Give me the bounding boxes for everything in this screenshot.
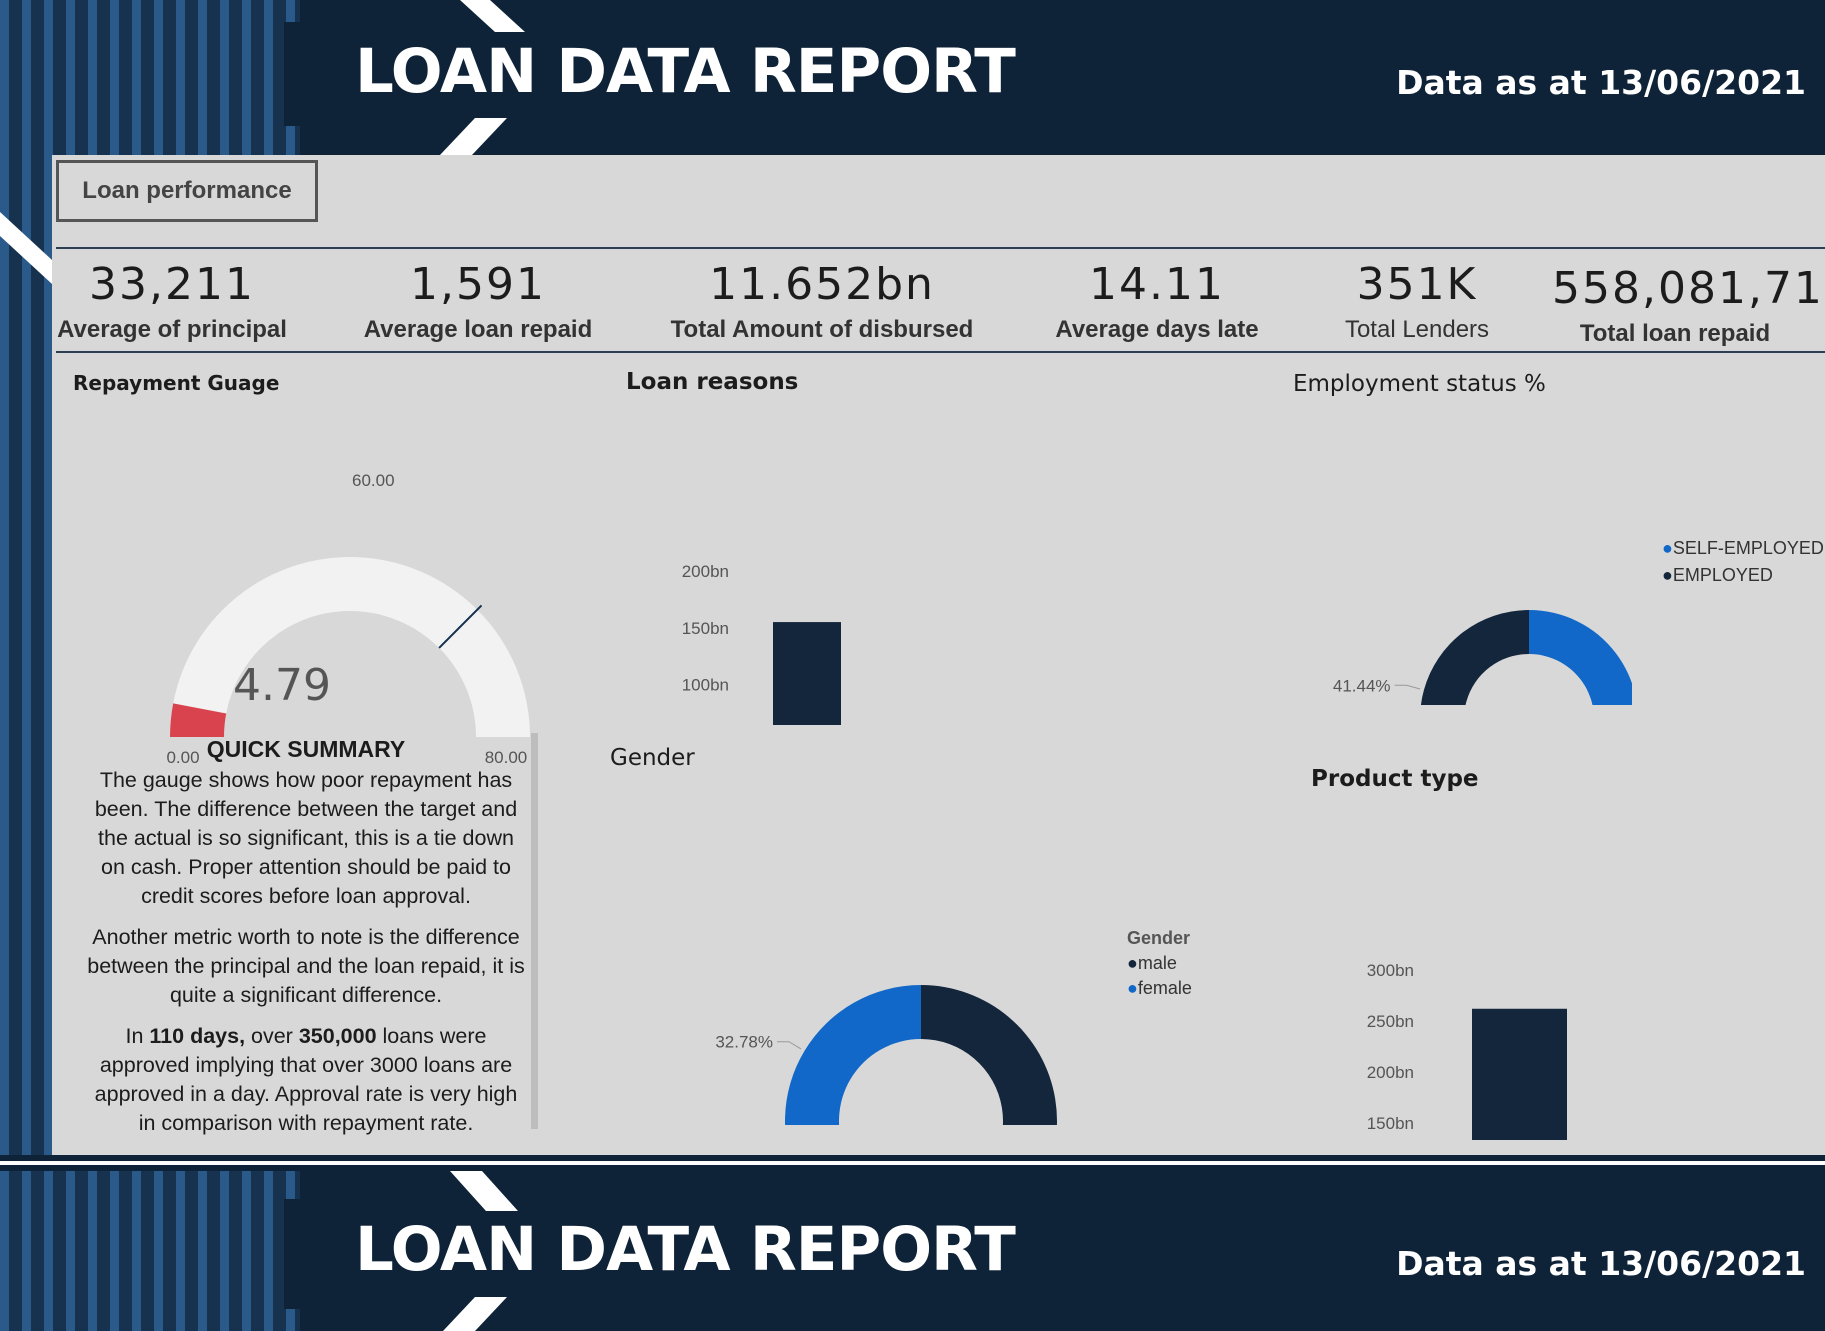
summary-bold-days: 110 days, xyxy=(149,1024,246,1048)
employment-status-donut: 58.56%41.44% xyxy=(1333,610,1632,705)
footer-date: Data as at 13/06/2021 xyxy=(1396,1244,1806,1283)
kpi-total-loan-repaid: 558,081,712 Total loan repaid xyxy=(1552,259,1825,349)
legend-self-employed[interactable]: ●SELF-EMPLOYED xyxy=(1662,538,1824,559)
kpi-average-days-late: 14.11 Average days late xyxy=(1032,255,1282,345)
kpi-label: Average loan repaid xyxy=(363,316,593,343)
loan-reasons-chart: 0bn50bn100bn150bn200bnBusinessMedical fe… xyxy=(682,562,841,725)
leader-line xyxy=(776,1041,802,1050)
legend-male[interactable]: ●male xyxy=(1127,953,1192,974)
summary-scrollbar[interactable] xyxy=(531,733,538,1129)
kpi-label: Total Amount of disbursed xyxy=(670,316,974,343)
product-type-chart: 0bn50bn100bn150bn200bn250bn300bnSHORTSCA… xyxy=(1367,961,1567,1140)
footer-title: LOAN DATA REPORT xyxy=(355,1214,1016,1285)
left-slash-mark xyxy=(0,212,52,284)
kpi-average-principal: 33,211 Average of principal xyxy=(52,255,292,345)
legend-employed[interactable]: ●EMPLOYED xyxy=(1662,565,1824,586)
legend-label: female xyxy=(1137,978,1192,998)
loan-reasons-title: Loan reasons xyxy=(626,369,799,395)
left-side-stripes xyxy=(0,155,52,1155)
kpi-value: 558,081,712 xyxy=(1552,263,1825,314)
dashboard-panel: Loan performance 33,211 Average of princ… xyxy=(52,155,1825,1155)
quick-summary: QUICK SUMMARY The gauge shows how poor r… xyxy=(86,735,526,1150)
bar[interactable] xyxy=(1472,1008,1567,1140)
loan-performance-button[interactable]: Loan performance xyxy=(56,160,318,222)
legend-dot: ● xyxy=(1662,538,1673,558)
y-tick-label: 250bn xyxy=(1367,1012,1414,1031)
summary-heading: QUICK SUMMARY xyxy=(206,736,406,762)
legend-label: EMPLOYED xyxy=(1672,565,1773,585)
kpi-label: Average days late xyxy=(1055,316,1259,343)
legend-title: Gender xyxy=(1127,928,1191,948)
summary-paragraph-1: The gauge shows how poor repayment has b… xyxy=(94,768,518,908)
gender-title: Gender xyxy=(610,745,695,771)
leader-line xyxy=(1394,684,1421,690)
employment-legend: ●SELF-EMPLOYED ●EMPLOYED xyxy=(1662,538,1824,586)
kpi-total-disbursed: 11.652bn Total Amount of disbursed xyxy=(662,255,982,345)
legend-dot: ● xyxy=(1127,953,1138,973)
kpi-label: Total Lenders xyxy=(1344,316,1490,343)
slice-label: 32.78% xyxy=(715,1033,773,1052)
legend-label: male xyxy=(1137,953,1177,973)
y-tick-label: 100bn xyxy=(682,676,729,695)
gauge-target-label: 60.00 xyxy=(352,471,395,490)
summary-text: over xyxy=(245,1024,299,1048)
donut-slice[interactable] xyxy=(785,985,921,1125)
kpi-bottom-divider xyxy=(56,351,1825,353)
kpi-value: 11.652bn xyxy=(709,259,935,310)
kpi-value: 33,211 xyxy=(89,259,255,310)
repayment-gauge: 60.00 4.79 0.00 80.00 xyxy=(166,471,530,767)
summary-bold-loans: 350,000 xyxy=(298,1024,377,1048)
y-tick-label: 150bn xyxy=(682,619,729,638)
bar[interactable] xyxy=(773,622,841,725)
kpi-value: 14.11 xyxy=(1089,259,1225,310)
summary-paragraph-3: In 110 days, over 350,000 loans were app… xyxy=(86,1022,526,1138)
kpi-label: Total loan repaid xyxy=(1579,320,1771,347)
section-separator xyxy=(0,1155,1825,1171)
kpi-value: 351K xyxy=(1356,259,1478,310)
kpi-label: Average of principal xyxy=(57,316,287,343)
report-date: Data as at 13/06/2021 xyxy=(1396,63,1806,102)
summary-paragraph-2: Another metric worth to note is the diff… xyxy=(87,925,525,1007)
employment-status-title: Employment status % xyxy=(1293,371,1546,397)
legend-dot: ● xyxy=(1662,565,1673,585)
gauge-track xyxy=(170,557,530,737)
gender-donut: 67.22%32.78% xyxy=(715,985,1057,1125)
product-type-title: Product type xyxy=(1311,766,1479,792)
report-title: LOAN DATA REPORT xyxy=(355,36,1016,107)
gauge-value: 4.79 xyxy=(233,660,331,711)
y-tick-label: 200bn xyxy=(1367,1063,1414,1082)
summary-text: In xyxy=(125,1024,150,1048)
kpi-total-lenders: 351K Total Lenders xyxy=(1317,255,1517,345)
y-tick-label: 300bn xyxy=(1367,961,1414,980)
kpi-top-divider xyxy=(56,247,1825,249)
legend-label: SELF-EMPLOYED xyxy=(1672,538,1824,558)
kpi-average-loan-repaid: 1,591 Average loan repaid xyxy=(348,255,608,345)
y-tick-label: 200bn xyxy=(682,562,729,581)
legend-dot: ● xyxy=(1127,978,1138,998)
y-tick-label: 150bn xyxy=(1367,1114,1414,1133)
header-banner: LOAN DATA REPORT Data as at 13/06/2021 xyxy=(0,0,1825,155)
slice-label: 41.44% xyxy=(1333,676,1391,695)
separator-line xyxy=(0,1161,1825,1165)
gender-legend: Gender ●male ●female xyxy=(1127,928,1192,999)
footer-banner: LOAN DATA REPORT Data as at 13/06/2021 xyxy=(0,1171,1825,1331)
donut-slice[interactable] xyxy=(1420,610,1529,705)
legend-female[interactable]: ●female xyxy=(1127,978,1192,999)
kpi-value: 1,591 xyxy=(410,259,546,310)
